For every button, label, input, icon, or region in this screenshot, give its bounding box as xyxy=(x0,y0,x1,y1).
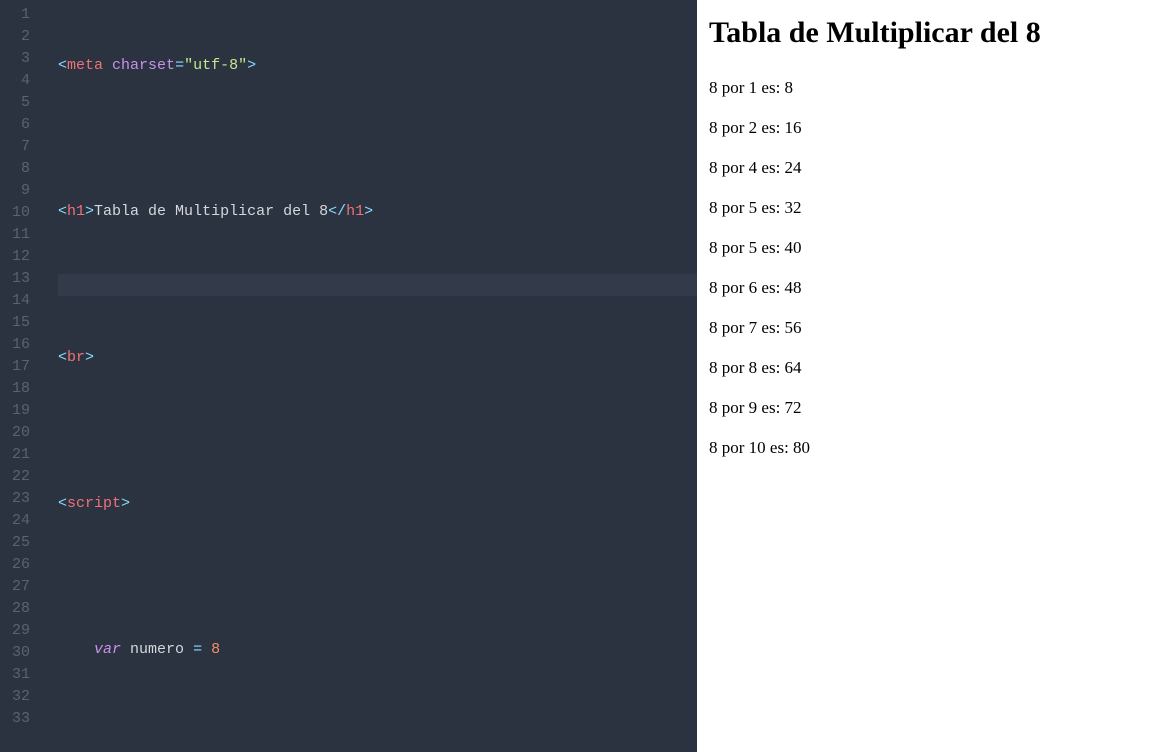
code-line[interactable] xyxy=(58,712,697,734)
code-line[interactable]: <br> xyxy=(58,347,697,369)
line-number: 23 xyxy=(0,488,40,510)
line-number: 3 xyxy=(0,48,40,70)
line-number: 22 xyxy=(0,466,40,488)
line-number: 31 xyxy=(0,664,40,686)
line-number: 9 xyxy=(0,180,40,202)
line-number: 15 xyxy=(0,312,40,334)
line-number: 10 xyxy=(0,202,40,224)
line-number: 11 xyxy=(0,224,40,246)
code-line-active[interactable] xyxy=(58,274,697,296)
line-number: 27 xyxy=(0,576,40,598)
line-number-gutter: 1234567891011121314151617181920212223242… xyxy=(0,0,40,752)
line-number: 26 xyxy=(0,554,40,576)
code-line[interactable]: <h1>Tabla de Multiplicar del 8</h1> xyxy=(58,201,697,223)
line-number: 29 xyxy=(0,620,40,642)
output-line: 8 por 1 es: 8 xyxy=(709,78,1158,98)
code-line[interactable] xyxy=(58,128,697,150)
page-title: Tabla de Multiplicar del 8 xyxy=(709,16,1158,50)
output-line: 8 por 7 es: 56 xyxy=(709,318,1158,338)
code-content[interactable]: <meta charset="utf-8"> <h1>Tabla de Mult… xyxy=(40,0,697,752)
code-editor-pane[interactable]: 1234567891011121314151617181920212223242… xyxy=(0,0,697,752)
code-line[interactable]: <script> xyxy=(58,493,697,515)
browser-preview-pane: Tabla de Multiplicar del 8 8 por 1 es: 8… xyxy=(697,0,1170,752)
line-number: 6 xyxy=(0,114,40,136)
line-number: 4 xyxy=(0,70,40,92)
line-number: 16 xyxy=(0,334,40,356)
line-number: 1 xyxy=(0,4,40,26)
line-number: 20 xyxy=(0,422,40,444)
output-line: 8 por 10 es: 80 xyxy=(709,438,1158,458)
code-line[interactable]: <meta charset="utf-8"> xyxy=(58,55,697,77)
code-line[interactable] xyxy=(58,566,697,588)
output-line: 8 por 5 es: 40 xyxy=(709,238,1158,258)
line-number: 32 xyxy=(0,686,40,708)
code-line[interactable] xyxy=(58,420,697,442)
line-number: 21 xyxy=(0,444,40,466)
line-number: 18 xyxy=(0,378,40,400)
line-number: 33 xyxy=(0,708,40,730)
output-line: 8 por 6 es: 48 xyxy=(709,278,1158,298)
line-number: 12 xyxy=(0,246,40,268)
output-line: 8 por 9 es: 72 xyxy=(709,398,1158,418)
output-line: 8 por 8 es: 64 xyxy=(709,358,1158,378)
code-line[interactable]: var numero = 8 xyxy=(58,639,697,661)
line-number: 5 xyxy=(0,92,40,114)
output-line: 8 por 2 es: 16 xyxy=(709,118,1158,138)
output-line: 8 por 5 es: 32 xyxy=(709,198,1158,218)
line-number: 25 xyxy=(0,532,40,554)
line-number: 17 xyxy=(0,356,40,378)
line-number: 28 xyxy=(0,598,40,620)
line-number: 7 xyxy=(0,136,40,158)
line-number: 14 xyxy=(0,290,40,312)
line-number: 2 xyxy=(0,26,40,48)
line-number: 13 xyxy=(0,268,40,290)
output-line: 8 por 4 es: 24 xyxy=(709,158,1158,178)
line-number: 8 xyxy=(0,158,40,180)
line-number: 19 xyxy=(0,400,40,422)
line-number: 30 xyxy=(0,642,40,664)
line-number: 24 xyxy=(0,510,40,532)
